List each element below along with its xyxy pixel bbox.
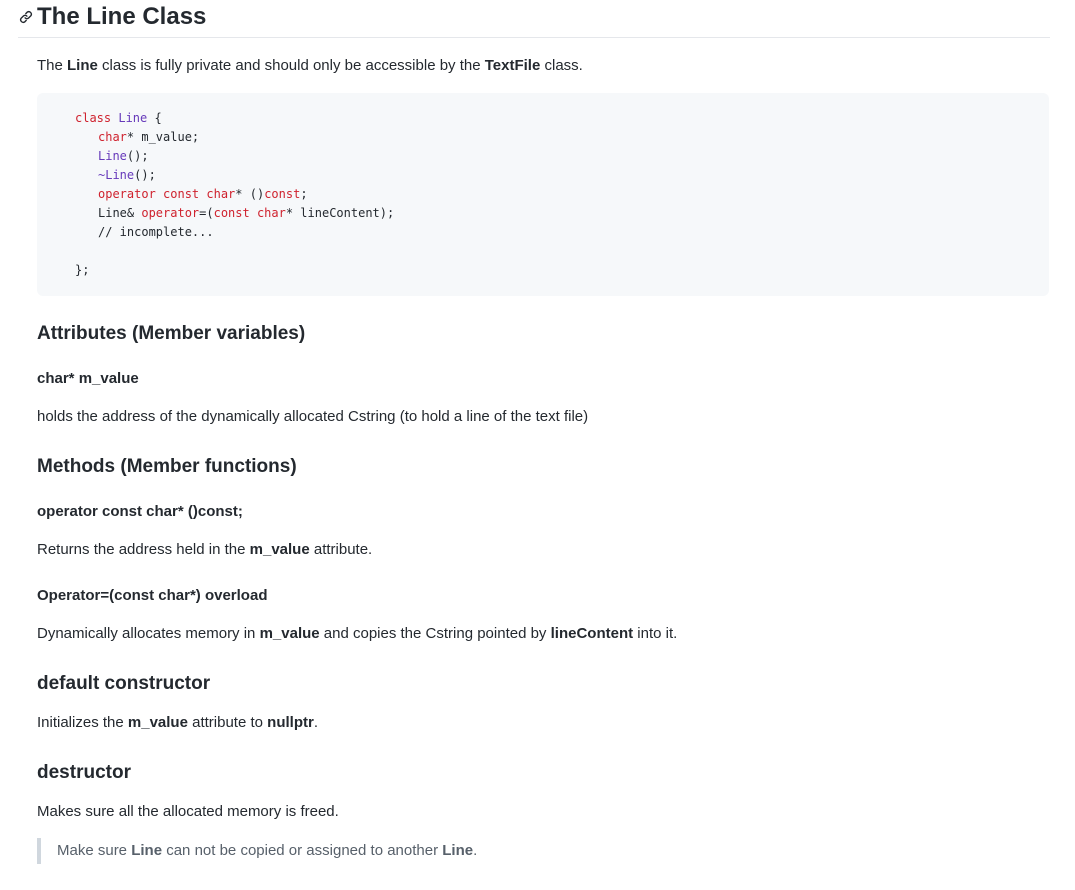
- code-token: char: [98, 130, 127, 144]
- page-title: The Line Class: [37, 3, 207, 30]
- text: into it.: [633, 625, 678, 642]
- code-token: Line: [111, 111, 148, 125]
- bold-text: nullptr: [267, 714, 314, 731]
- text: .: [473, 842, 478, 859]
- code-line: class Line {: [75, 109, 162, 128]
- code-line: };: [75, 263, 90, 277]
- intro-text-2: class is fully private and should only b…: [97, 57, 485, 74]
- m-value-description: holds the address of the dynamically all…: [37, 408, 589, 425]
- code-token: {: [147, 111, 162, 125]
- operator-assign-heading: Operator=(const char*) overload: [37, 587, 268, 604]
- operator-const-heading: operator const char* ()const;: [37, 503, 243, 520]
- code-token: Line: [98, 149, 127, 163]
- code-line: Line& operator=(const char* lineContent)…: [98, 204, 394, 223]
- text: Initializes the: [37, 714, 128, 731]
- code-token: =(: [199, 206, 214, 220]
- code-token: ();: [126, 149, 149, 163]
- code-token: ();: [134, 168, 156, 182]
- bold-text: m_value: [249, 541, 310, 558]
- text: attribute.: [309, 541, 373, 558]
- intro-bold-textfile: TextFile: [484, 57, 541, 74]
- code-token: Line&: [98, 206, 142, 220]
- attributes-heading: Attributes (Member variables): [37, 323, 306, 344]
- code-line: operator const char* ()const;: [98, 185, 308, 204]
- m-value-heading: char* m_value: [37, 370, 139, 387]
- section-header: The Line Class: [18, 0, 1050, 38]
- operator-const-description: Returns the address held in the m_value …: [37, 539, 372, 561]
- bold-text: lineContent: [550, 625, 634, 642]
- text: Returns the address held in the: [37, 541, 250, 558]
- text: can not be copied or assigned to another: [162, 842, 443, 859]
- text: attribute to: [187, 714, 268, 731]
- code-token: * (): [235, 187, 265, 201]
- bold-text: Line: [442, 842, 474, 859]
- code-token: class: [75, 111, 112, 125]
- code-comment: // incomplete...: [98, 225, 214, 239]
- intro-text-3: class.: [540, 57, 583, 74]
- intro-text-1: The: [37, 57, 68, 74]
- code-token: * lineContent);: [285, 206, 395, 220]
- text: Dynamically allocates memory in: [37, 625, 260, 642]
- destructor-heading: destructor: [37, 762, 131, 783]
- methods-heading: Methods (Member functions): [37, 456, 297, 477]
- text: and copies the Cstring pointed by: [319, 625, 551, 642]
- code-line: Line();: [98, 147, 149, 166]
- code-token: ;: [300, 187, 308, 201]
- destructor-description: Makes sure all the allocated memory is f…: [37, 803, 339, 820]
- intro-bold-line: Line: [67, 57, 98, 74]
- link-icon[interactable]: [18, 9, 36, 27]
- code-token: * m_value;: [126, 130, 200, 144]
- bold-text: m_value: [259, 625, 320, 642]
- code-token: ~Line: [98, 168, 135, 182]
- intro-paragraph: The Line class is fully private and shou…: [37, 55, 583, 77]
- code-block: class Line { char* m_value; Line(); ~Lin…: [37, 93, 1049, 296]
- code-token: const: [264, 187, 301, 201]
- code-token: operator const char: [98, 187, 236, 201]
- code-line: ~Line();: [98, 166, 156, 185]
- bold-text: m_value: [127, 714, 188, 731]
- code-token: operator: [141, 206, 200, 220]
- constructor-description: Initializes the m_value attribute to nul…: [37, 712, 318, 734]
- note-blockquote: Make sure Line can not be copied or assi…: [37, 838, 477, 864]
- operator-assign-description: Dynamically allocates memory in m_value …: [37, 623, 677, 645]
- code-line: char* m_value;: [98, 128, 199, 147]
- constructor-heading: default constructor: [37, 673, 211, 694]
- code-token: const char: [213, 206, 286, 220]
- text: Make sure: [57, 842, 132, 859]
- document-page: The Line Class The Line class is fully p…: [0, 0, 1075, 890]
- text: .: [313, 714, 318, 731]
- bold-text: Line: [131, 842, 163, 859]
